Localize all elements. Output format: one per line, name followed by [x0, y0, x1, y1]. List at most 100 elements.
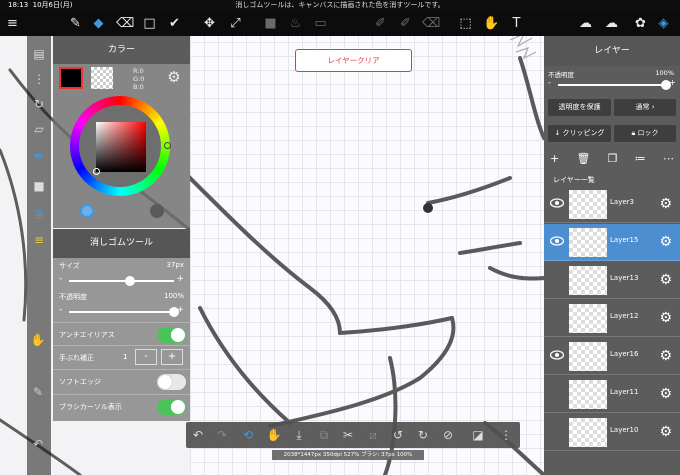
eye-hidden-icon[interactable]	[550, 274, 564, 284]
eye-icon[interactable]	[550, 236, 564, 246]
copy-icon[interactable]: ⧉	[316, 427, 332, 443]
eyedropper-side-icon[interactable]: ✎	[30, 384, 46, 400]
sub-color-swatch[interactable]	[91, 67, 113, 89]
move-tool-icon[interactable]: ✥	[201, 15, 218, 32]
eye-hidden-icon[interactable]	[550, 426, 564, 436]
rotate-left-icon[interactable]: ↺	[390, 427, 406, 443]
hue-picker-dot[interactable]	[164, 142, 171, 149]
size-slider-knob[interactable]	[124, 276, 135, 286]
gradient-tool-icon[interactable]: ▭	[312, 15, 329, 32]
eye-hidden-icon[interactable]	[550, 312, 564, 322]
drawing-canvas[interactable]	[190, 28, 544, 475]
blend-mode-select[interactable]: 通常 ›	[614, 99, 676, 116]
shape-tool-icon[interactable]: ■	[262, 15, 279, 32]
menu-icon[interactable]: ≡	[4, 15, 21, 32]
clipping-button[interactable]: ↓ クリッピング	[548, 125, 611, 142]
antialias-toggle[interactable]	[157, 327, 186, 343]
deselect-icon[interactable]: ⧄	[365, 427, 381, 443]
layer-settings-gear-icon[interactable]: ⚙	[659, 386, 672, 402]
opacity-plus-button[interactable]: +	[176, 305, 184, 315]
size-minus-button[interactable]: -	[59, 274, 62, 284]
bucket-tool-icon[interactable]: ♨	[287, 15, 304, 32]
hand-tool-icon[interactable]: ✋	[483, 15, 500, 32]
import-icon[interactable]: ⤓	[291, 427, 307, 443]
rotate-right-icon[interactable]: ↻	[415, 427, 431, 443]
opacity-minus-button[interactable]: -	[59, 305, 62, 315]
size-slider[interactable]	[69, 276, 174, 286]
layer-settings-gear-icon[interactable]: ⚙	[659, 424, 672, 440]
brush-list-icon[interactable]: ≣	[31, 206, 47, 222]
more-icon[interactable]: ⋯	[663, 152, 674, 168]
cut-icon[interactable]: ✂	[340, 427, 356, 443]
eye-icon[interactable]	[550, 198, 564, 208]
grid-toggle-icon[interactable]: ⋮	[498, 427, 514, 443]
pen-icon[interactable]: ✒	[31, 148, 47, 164]
opacity-slider[interactable]	[69, 307, 179, 317]
eye-icon[interactable]	[550, 350, 564, 360]
text-tool-icon[interactable]: T	[508, 15, 525, 32]
frame-tool-icon[interactable]: ⬚	[457, 15, 474, 32]
sv-picker-dot[interactable]	[93, 168, 100, 175]
palette-icon[interactable]: ≡	[31, 232, 47, 248]
delete-layer-icon[interactable]: 🗑︎	[576, 152, 590, 168]
layer-opacity-plus[interactable]: +	[669, 78, 676, 87]
color-tab-icon[interactable]	[80, 204, 94, 218]
size-plus-button[interactable]: +	[176, 274, 184, 284]
layer-row[interactable]: Layer11 ⚙	[544, 376, 680, 413]
layer-settings-gear-icon[interactable]: ⚙	[659, 196, 672, 212]
layer-settings-gear-icon[interactable]: ⚙	[659, 348, 672, 364]
layer-row[interactable]: Layer10 ⚙	[544, 414, 680, 451]
layer-settings-gear-icon[interactable]: ⚙	[659, 272, 672, 288]
lasso-select-icon[interactable]: ✔	[166, 15, 183, 32]
color-swatch-icon[interactable]: ■	[31, 178, 47, 194]
hand-pan-icon[interactable]: ✋	[266, 427, 282, 443]
layer-opacity-minus[interactable]: -	[548, 78, 551, 87]
reference-icon[interactable]: ◪	[470, 427, 486, 443]
saturation-value-square[interactable]	[96, 122, 146, 172]
layer-settings-gear-icon[interactable]: ⚙	[659, 310, 672, 326]
hand-icon[interactable]: ✋	[30, 332, 46, 348]
layer-icon[interactable]: ▤	[31, 46, 47, 62]
material-icon[interactable]: ☁	[577, 15, 594, 32]
layer-row[interactable]: Layer12 ⚙	[544, 300, 680, 337]
soft-edge-toggle[interactable]	[157, 374, 186, 390]
layer-settings-gear-icon[interactable]: ⚙	[659, 234, 672, 250]
shapes-icon[interactable]: ✿	[632, 15, 649, 32]
eraser-tool-icon[interactable]: ◆	[90, 15, 107, 32]
stabilizer-minus-button[interactable]: -	[135, 349, 157, 365]
clear-layer-button[interactable]: レイヤークリア	[295, 49, 412, 72]
redo-icon[interactable]: ↷	[214, 427, 230, 443]
undo-side-icon[interactable]: ↶	[30, 436, 46, 452]
cloud-icon[interactable]: ☁	[603, 15, 620, 32]
rotate-icon[interactable]: ↻	[31, 96, 47, 112]
color-settings-gear-icon[interactable]: ⚙	[165, 68, 183, 86]
main-color-swatch[interactable]	[59, 67, 83, 89]
magic-wand-icon[interactable]: ✐	[397, 15, 414, 32]
flip-icon[interactable]: ⊘	[440, 427, 456, 443]
palette-tab-icon[interactable]	[150, 204, 164, 218]
select-eraser-icon[interactable]: ⌫	[422, 15, 440, 32]
redo-side-icon[interactable]: ↷	[30, 410, 46, 426]
layer-list-icon[interactable]: ≔	[635, 152, 646, 168]
layer-row[interactable]: Layer13 ⚙	[544, 262, 680, 299]
duplicate-layer-icon[interactable]: ❐	[608, 152, 618, 168]
rectangle-select-icon[interactable]: □	[141, 15, 158, 32]
eye-hidden-icon[interactable]	[550, 388, 564, 398]
undo-icon[interactable]: ↶	[190, 427, 206, 443]
layer-row[interactable]: Layer16 ⚙	[544, 338, 680, 375]
layer-row[interactable]: Layer15 ⚙	[544, 224, 680, 261]
brush-cursor-toggle[interactable]	[157, 399, 186, 415]
lock-button[interactable]: 🔒︎ ロック	[614, 125, 676, 142]
add-layer-icon[interactable]: +	[550, 152, 559, 168]
eyedropper-icon[interactable]: ✐	[372, 15, 389, 32]
layers-icon[interactable]: ◈	[655, 15, 672, 32]
rotate-canvas-icon[interactable]: ⟲	[240, 427, 256, 443]
transform-tool-icon[interactable]: ⤢	[227, 15, 244, 32]
protect-alpha-button[interactable]: 透明度を保護	[548, 99, 611, 116]
brush-tool-icon[interactable]: ✎	[67, 15, 84, 32]
layer-row[interactable]: Layer3 ⚙	[544, 186, 680, 223]
stabilizer-plus-button[interactable]: +	[161, 349, 183, 365]
fill-eraser-icon[interactable]: ⌫	[116, 15, 134, 32]
ruler-icon[interactable]: ▱	[31, 121, 47, 137]
layer-opacity-slider[interactable]	[558, 80, 671, 90]
